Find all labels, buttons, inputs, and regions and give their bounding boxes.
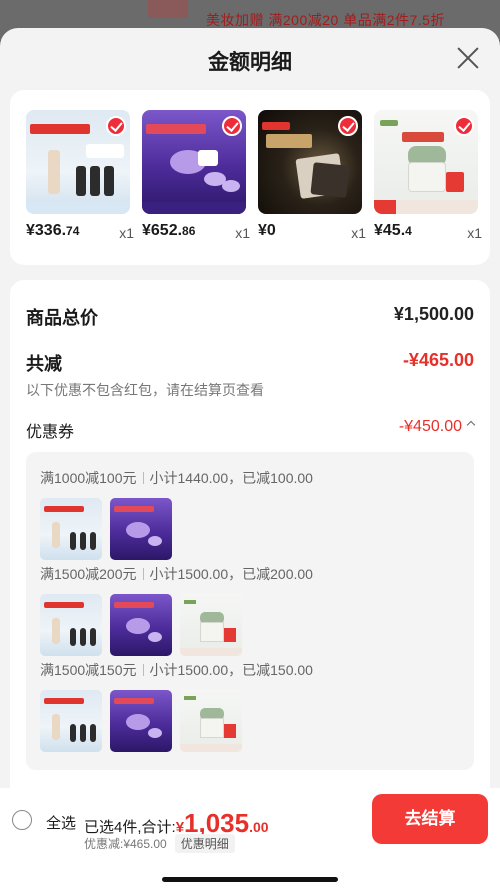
product-quantity: x1 xyxy=(351,225,366,241)
total-price-value: ¥1,500.00 xyxy=(393,304,474,324)
product-checked-icon xyxy=(222,116,242,136)
product-image xyxy=(374,110,478,214)
product-item[interactable]: ¥45.4 x1 xyxy=(374,110,482,241)
close-icon[interactable] xyxy=(456,46,480,70)
sheet-title: 金额明细 xyxy=(208,51,292,74)
coupon-group-title: 满1500减150元 小计1500.00，已减150.00 xyxy=(40,662,313,678)
discount-detail-link[interactable]: 优惠明细 xyxy=(174,834,235,853)
coupon-group-title: 满1500减200元 小计1500.00，已减200.00 xyxy=(40,566,313,582)
product-checked-icon xyxy=(106,116,126,136)
coupon-group-title: 满1000减100元 小计1440.00，已减100.00 xyxy=(40,470,313,486)
coupon-item-thumb xyxy=(180,690,242,752)
product-checked-icon xyxy=(338,116,358,136)
reduction-hint: 以下优惠不包含红包，请在结算页查看 xyxy=(26,382,264,398)
product-item[interactable]: ¥652.86 x1 xyxy=(142,110,250,241)
chevron-up-icon[interactable] xyxy=(466,420,476,430)
product-quantity: x1 xyxy=(467,225,482,241)
product-quantity: x1 xyxy=(119,225,134,241)
product-image xyxy=(142,110,246,214)
coupon-item-thumb xyxy=(110,498,172,560)
coupon-group: 满1500减150元 小计1500.00，已减150.00 xyxy=(40,660,313,754)
total-reduction-label: 共减 xyxy=(26,354,62,374)
total-amount-decimal: .00 xyxy=(249,819,269,835)
coupon-item-thumb xyxy=(40,594,102,656)
home-indicator xyxy=(162,877,338,882)
total-price-label: 商品总价 xyxy=(26,308,98,328)
background-promo-text: 美妆加赠 满200减20 单品满2件7.5折 xyxy=(206,12,445,28)
coupon-groups: 满1000减100元 小计1440.00，已减100.00 满1500减200元… xyxy=(26,452,474,770)
coupon-row[interactable]: 优惠券 -¥450.00 xyxy=(26,418,476,442)
product-price: ¥0 xyxy=(258,222,276,239)
sheet-header: 金额明细 xyxy=(0,28,500,88)
discount-summary: 优惠减:¥465.00 优惠明细 xyxy=(84,834,235,853)
checkout-button[interactable]: 去结算 xyxy=(372,794,488,844)
product-image xyxy=(258,110,362,214)
product-item[interactable]: ¥336.74 x1 xyxy=(26,110,134,241)
product-price: ¥336.74 xyxy=(26,222,80,239)
product-item[interactable]: ¥0 x1 xyxy=(258,110,366,241)
coupon-item-thumb xyxy=(40,690,102,752)
coupon-group-items xyxy=(40,498,313,562)
coupon-item-thumb xyxy=(40,498,102,560)
product-price: ¥45.4 xyxy=(374,222,412,239)
coupon-label: 优惠券 xyxy=(26,424,75,441)
coupon-item-thumb xyxy=(180,594,242,656)
product-image xyxy=(26,110,130,214)
coupon-item-thumb xyxy=(110,594,172,656)
price-summary: 商品总价 ¥1,500.00 共减 -¥465.00 以下优惠不包含红包，请在结… xyxy=(10,280,490,840)
checkout-bar: 全选 已选4件,合计:¥1,035.00 优惠减:¥465.00 优惠明细 去结算 xyxy=(0,788,500,894)
coupon-group-items xyxy=(40,690,313,754)
select-all-label[interactable]: 全选 xyxy=(46,812,76,833)
discount-text: 优惠减:¥465.00 xyxy=(84,837,167,851)
coupon-value: -¥450.00 xyxy=(399,418,476,436)
coupon-group: 满1500减200元 小计1500.00，已减200.00 xyxy=(40,564,313,658)
total-reduction-row: 共减 -¥465.00 xyxy=(26,350,474,376)
coupon-item-thumb xyxy=(110,690,172,752)
coupon-group: 满1000减100元 小计1440.00，已减100.00 xyxy=(40,468,313,562)
product-list: ¥336.74 x1 ¥652.86 x1 ¥0 x1 ¥45.4 x1 xyxy=(10,90,490,265)
amount-detail-sheet: 金额明细 ¥336.74 x1 ¥652.86 x1 ¥0 x1 ¥45.4 x… xyxy=(0,28,500,894)
coupon-group-items xyxy=(40,594,313,658)
total-price-row: 商品总价 ¥1,500.00 xyxy=(26,304,474,330)
product-checked-icon xyxy=(454,116,474,136)
total-reduction-value: -¥465.00 xyxy=(402,350,474,370)
select-all-radio[interactable] xyxy=(12,810,32,830)
background-thumbnail xyxy=(148,0,188,18)
product-quantity: x1 xyxy=(235,225,250,241)
product-price: ¥652.86 xyxy=(142,222,196,239)
